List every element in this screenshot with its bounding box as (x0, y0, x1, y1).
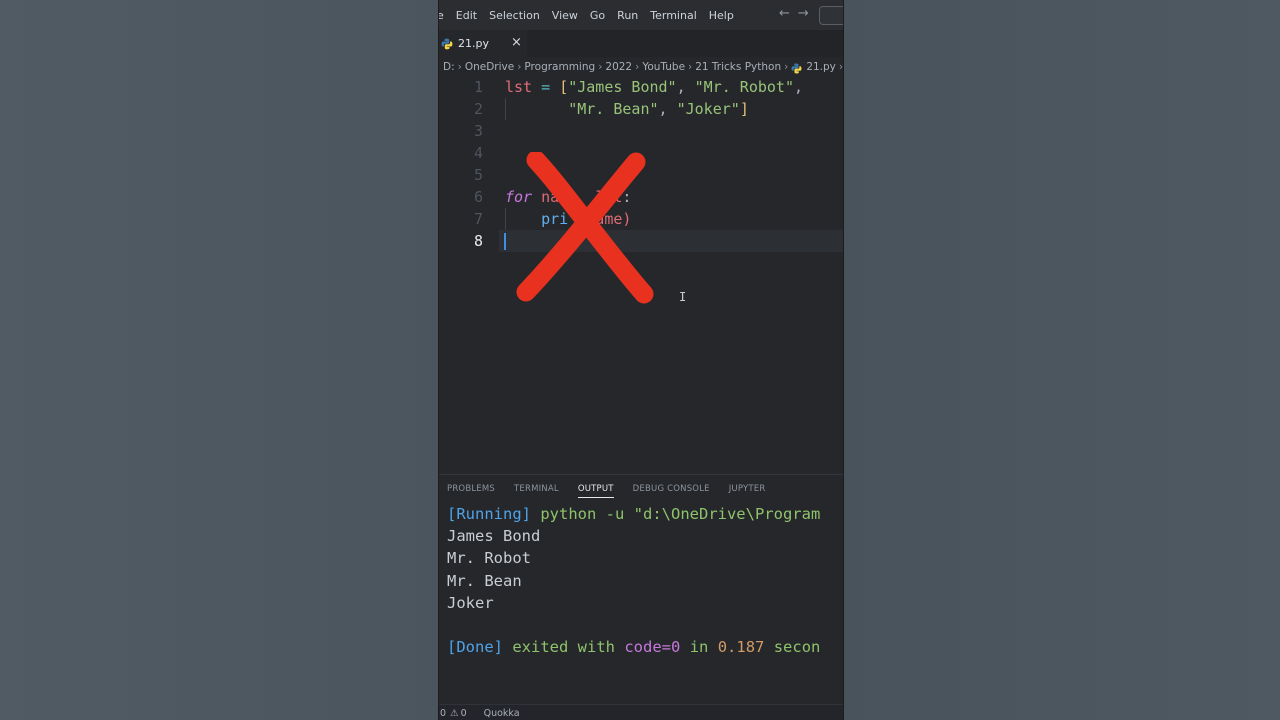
tab-jupyter[interactable]: JUPYTER (729, 484, 766, 498)
error-count[interactable]: 0 (440, 708, 446, 719)
code-text: lst = ["James Bond", "Mr. Robot", (505, 76, 803, 98)
chevron-right-icon: › (598, 61, 603, 73)
breadcrumb-item[interactable]: 21 Tricks Python (695, 61, 781, 73)
done-text: exited with (512, 638, 615, 657)
token-string: "Joker" (676, 100, 740, 118)
line-number: 6 (473, 188, 483, 206)
token-bracket: [ (559, 78, 569, 96)
chevron-right-icon: › (838, 61, 844, 73)
output-line: Mr. Robot (447, 549, 531, 568)
running-tag: [Running] (447, 505, 531, 523)
warning-icon: ⚠ (450, 707, 459, 719)
breadcrumb: D: › OneDrive › Programming › 2022 › YouTube… (443, 59, 844, 75)
line-number: 3 (473, 122, 483, 140)
tab-bar: 21.py × (439, 30, 843, 57)
output-line: James Bond (447, 527, 541, 546)
menu-item-selection[interactable]: Selection (489, 9, 540, 22)
token-comma: , (676, 78, 686, 96)
vscode-window: e Edit Selection View Go Run Terminal He… (438, 0, 844, 720)
line-number: 7 (473, 210, 483, 228)
menu-item-edit[interactable]: Edit (456, 9, 477, 22)
output-blank-line (447, 614, 820, 636)
tab-label: 21.py (458, 37, 489, 50)
nav-arrows: ←→ (779, 6, 817, 21)
done-tag: [Done] (447, 638, 503, 657)
ibeam-cursor-icon: I (679, 290, 687, 304)
token-comma: , (794, 78, 804, 96)
output-line: Mr. Bean (447, 571, 522, 590)
menu-item-go[interactable]: Go (590, 9, 605, 22)
breadcrumb-item[interactable]: YouTube (642, 61, 685, 73)
forward-arrow-icon[interactable]: → (798, 6, 817, 21)
bottom-panel: PROBLEMS TERMINAL OUTPUT DEBUG CONSOLE J… (439, 474, 843, 705)
token-string: "James Bond" (568, 78, 677, 96)
tab-output[interactable]: OUTPUT (577, 484, 614, 498)
chevron-right-icon: › (457, 61, 462, 73)
token-bracket: ] (739, 100, 749, 118)
tab-terminal[interactable]: TERMINAL (514, 484, 559, 498)
line-number: 5 (473, 166, 483, 184)
done-in: in (689, 638, 709, 657)
chevron-right-icon: › (635, 61, 640, 73)
tab-problems[interactable]: PROBLEMS (447, 484, 495, 498)
python-file-icon (791, 63, 802, 74)
menu-item-file-fragment[interactable]: e (439, 9, 444, 22)
menu-bar: e Edit Selection View Go Run Terminal He… (439, 0, 843, 30)
python-file-icon (441, 38, 453, 50)
breadcrumb-item-file[interactable]: 21.py (806, 61, 836, 73)
quokka-status[interactable]: Quokka (484, 708, 520, 719)
menu-item-help[interactable]: Help (709, 9, 734, 22)
output-line-running: [Running] python -u "d:\OneDrive\Program (447, 503, 820, 525)
chevron-right-icon: › (517, 61, 522, 73)
red-x-overlay-icon (516, 152, 654, 304)
menu-item-run[interactable]: Run (617, 9, 638, 22)
line-number: 2 (473, 100, 483, 118)
run-command: python -u "d:\OneDrive\Program (540, 505, 821, 523)
done-seconds: secon (773, 638, 821, 657)
panel-tabs: PROBLEMS TERMINAL OUTPUT DEBUG CONSOLE J… (447, 484, 784, 498)
line-number-current: 8 (473, 232, 483, 250)
breadcrumb-item[interactable]: OneDrive (465, 61, 514, 73)
text-cursor (504, 233, 506, 250)
output-line-done: [Done] exited with code=0 in 0.187 secon (447, 636, 820, 658)
elapsed-time: 0.187 (717, 638, 765, 657)
status-bar: 0 ⚠ 0 Quokka (439, 704, 843, 720)
output-console[interactable]: [Running] python -u "d:\OneDrive\Program… (447, 503, 820, 658)
code-line-3: 3 (439, 120, 843, 142)
warning-count[interactable]: 0 (461, 708, 467, 719)
output-line: Joker (447, 593, 494, 612)
menu-item-view[interactable]: View (552, 9, 578, 22)
code-text: "Mr. Bean", "Joker"] (505, 98, 749, 120)
token-operator: = (541, 78, 551, 96)
close-icon[interactable]: × (511, 35, 522, 50)
command-center-box[interactable] (819, 6, 843, 25)
breadcrumb-item[interactable]: Programming (524, 61, 595, 73)
menu-item-terminal[interactable]: Terminal (650, 9, 697, 22)
token-variable: lst (505, 78, 533, 96)
chevron-right-icon: › (784, 61, 789, 73)
code-line-2: 2 "Mr. Bean", "Joker"] (439, 98, 843, 120)
tab-21-py[interactable]: 21.py × (439, 30, 527, 57)
line-number: 1 (473, 78, 483, 96)
token-string: "Mr. Robot" (694, 78, 794, 96)
back-arrow-icon[interactable]: ← (779, 6, 798, 21)
code-line-1: 1 lst = ["James Bond", "Mr. Robot", (439, 76, 843, 98)
token-comma: , (658, 100, 668, 118)
exit-code: code=0 (624, 638, 681, 657)
tab-debug-console[interactable]: DEBUG CONSOLE (633, 484, 710, 498)
chevron-right-icon: › (688, 61, 693, 73)
breadcrumb-item[interactable]: 2022 (605, 61, 632, 73)
token-string: "Mr. Bean" (568, 100, 659, 118)
line-number: 4 (473, 144, 483, 162)
breadcrumb-item[interactable]: D: (443, 61, 455, 73)
